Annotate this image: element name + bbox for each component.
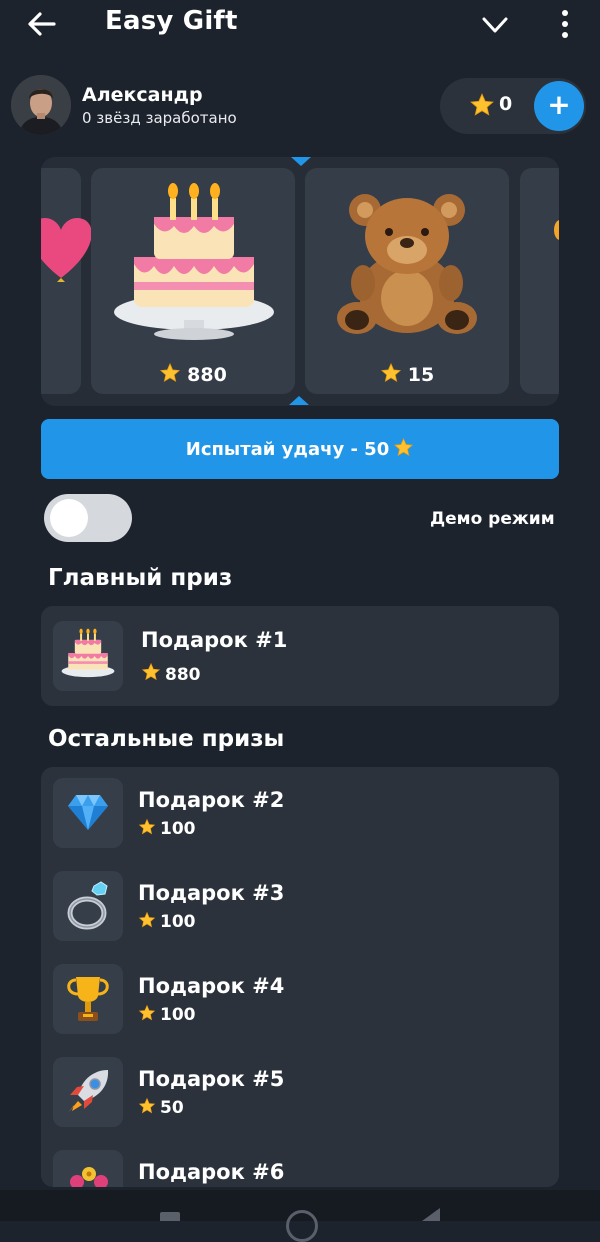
prize-price: 50 — [138, 1097, 184, 1118]
prize-icon-box — [53, 964, 123, 1034]
star-icon — [138, 1004, 156, 1021]
reel-card-partial-right — [520, 168, 559, 394]
main-prize-card[interactable]: Подарок #1 880 — [41, 606, 559, 706]
main-prize-price: 880 — [141, 662, 201, 685]
avatar — [11, 75, 71, 135]
reel-card: 15 — [305, 168, 509, 394]
prize-price-value: 100 — [160, 912, 196, 932]
try-luck-button[interactable]: Испытай удачу - 50 — [41, 419, 559, 479]
system-navigation-bar — [0, 1190, 600, 1242]
reel-card-partial-left — [41, 168, 91, 394]
reel-card-price: 880 — [91, 362, 295, 386]
prize-price: 100 — [138, 911, 196, 932]
prize-price-value: 100 — [160, 1005, 196, 1025]
recents-button[interactable] — [160, 1212, 180, 1221]
prize-name: Подарок #4 — [138, 974, 285, 998]
demo-mode-toggle[interactable] — [44, 494, 132, 542]
star-icon — [138, 1097, 156, 1114]
balance-value: 0 — [499, 93, 513, 115]
star-icon — [394, 437, 414, 457]
chevron-down-icon[interactable] — [480, 10, 510, 40]
star-icon — [380, 362, 401, 383]
cake-icon — [114, 183, 274, 340]
list-item[interactable]: Подарок #5 50 — [41, 1046, 559, 1139]
star-icon — [138, 818, 156, 835]
other-prizes-list: Подарок #2 100 Подарок #3 100 Подарок #4… — [41, 767, 559, 1187]
rocket-icon — [68, 1070, 109, 1113]
heart-icon — [41, 218, 91, 282]
more-menu-icon[interactable] — [556, 8, 574, 40]
top-bar: Easy Gift — [0, 0, 600, 48]
try-luck-label-wrap: Испытай удачу - 50 — [41, 437, 559, 460]
partial-item-icon — [554, 220, 559, 240]
home-button[interactable] — [286, 1210, 318, 1242]
star-icon — [141, 662, 161, 681]
prize-icon-box — [53, 1150, 123, 1187]
flowers-icon — [70, 1167, 108, 1187]
prize-price: 100 — [138, 1004, 196, 1025]
balance-pill: 0 + — [440, 78, 586, 134]
app-title: Easy Gift — [105, 6, 238, 36]
prize-name: Подарок #3 — [138, 881, 285, 905]
star-icon — [470, 93, 494, 116]
reel-pointer-bottom — [289, 396, 309, 405]
main-prize-price-value: 880 — [165, 665, 201, 685]
prize-price-value: 100 — [160, 819, 196, 839]
list-item[interactable]: Подарок #6 — [41, 1139, 559, 1187]
main-prize-name: Подарок #1 — [141, 628, 288, 652]
prize-icon-box — [53, 1057, 123, 1127]
main-prize-heading: Главный приз — [48, 565, 233, 591]
prize-icon-box — [53, 778, 123, 848]
demo-mode-label: Демо режим — [430, 509, 555, 529]
prize-reel: 880 15 — [41, 157, 559, 406]
add-stars-button[interactable]: + — [534, 81, 584, 131]
plus-icon: + — [547, 88, 571, 121]
prize-price: 100 — [138, 818, 196, 839]
reel-card-price: 15 — [305, 362, 509, 386]
try-luck-label: Испытай удачу - 50 — [185, 439, 390, 460]
reel-card: 880 — [91, 168, 295, 394]
toggle-knob — [50, 499, 88, 537]
prize-name: Подарок #2 — [138, 788, 285, 812]
ring-icon — [67, 881, 108, 930]
back-nav-icon[interactable] — [420, 1208, 442, 1221]
user-name: Александр — [82, 84, 203, 106]
teddy-bear-icon — [337, 194, 477, 334]
user-stars-earned: 0 звёзд заработано — [82, 109, 237, 127]
reel-pointer-top — [291, 157, 311, 166]
list-item[interactable]: Подарок #3 100 — [41, 860, 559, 953]
diamond-icon — [68, 795, 108, 830]
prize-name: Подарок #6 — [138, 1160, 285, 1184]
back-arrow-icon[interactable] — [26, 8, 58, 40]
trophy-icon — [67, 977, 109, 1021]
star-icon — [138, 911, 156, 928]
list-item[interactable]: Подарок #4 100 — [41, 953, 559, 1046]
other-prizes-heading: Остальные призы — [48, 726, 285, 752]
prize-icon-box — [53, 871, 123, 941]
cake-icon — [61, 628, 115, 678]
star-icon — [160, 362, 181, 383]
reel-card-price-value: 15 — [407, 364, 435, 386]
main-prize-icon-box — [53, 621, 123, 691]
reel-card-price-value: 880 — [187, 364, 227, 386]
list-item[interactable]: Подарок #2 100 — [41, 767, 559, 860]
prize-name: Подарок #5 — [138, 1067, 285, 1091]
prize-price-value: 50 — [160, 1098, 184, 1118]
